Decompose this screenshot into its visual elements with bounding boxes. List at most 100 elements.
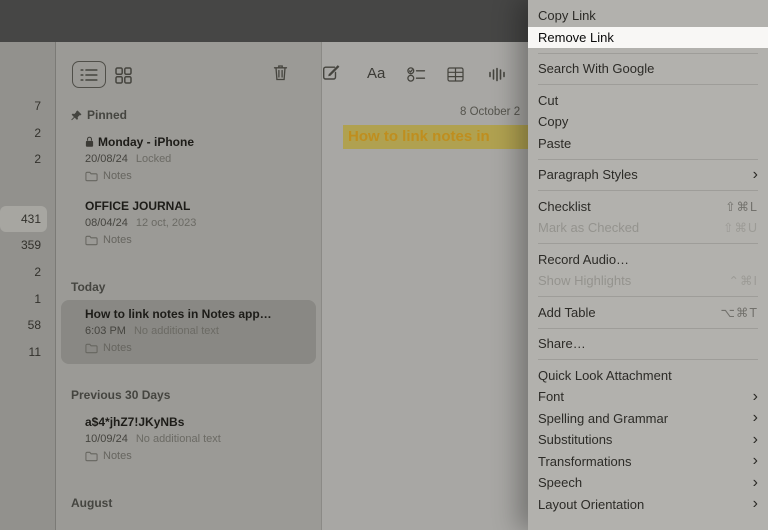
format-text[interactable]: Aa [367, 65, 385, 82]
compose-icon[interactable] [322, 64, 340, 81]
note-item-folder: Notes [85, 170, 306, 183]
menu-item-substitutions[interactable]: Substitutions › [528, 429, 768, 451]
menu-item-shortcut: ⌥⌘T [720, 305, 758, 320]
submenu-chevron-icon: › [752, 495, 758, 513]
menu-item-label: Mark as Checked [538, 220, 640, 236]
list-view-icon[interactable] [72, 61, 106, 88]
folder-icon [85, 343, 98, 354]
folder-icon [85, 235, 98, 246]
trash-icon[interactable] [273, 64, 288, 81]
table-icon[interactable] [447, 67, 464, 82]
menu-item-label: Copy [538, 114, 569, 130]
menu-item-label: Transformations [538, 453, 632, 469]
menu-item-cut[interactable]: Cut [528, 90, 768, 112]
menu-item-label: Quick Look Attachment [538, 367, 672, 383]
menu-item-label: Share… [538, 336, 586, 352]
folder-note-count[interactable]: 431 [0, 205, 47, 233]
note-list-item[interactable]: How to link notes in Notes app… 6:03 PM No… [61, 300, 316, 364]
menu-item-label: Substitutions [538, 432, 613, 448]
menu-item-speech[interactable]: Speech › [528, 472, 768, 494]
lock-icon [85, 136, 94, 148]
menu-item-label: Add Table [538, 304, 596, 320]
menu-item-paste[interactable]: Paste [528, 133, 768, 155]
menu-item-add-table[interactable]: Add Table ⌥⌘T [528, 302, 768, 324]
folder-icon [85, 451, 98, 462]
highlighted-note-title: How to link notes in [343, 125, 532, 149]
menu-item-label: Remove Link [538, 29, 614, 45]
note-list-item[interactable]: a$4*jhZ7!JKyNBs 10/09/24 No additional tex… [61, 408, 316, 472]
menu-separator [538, 243, 758, 244]
menu-separator [538, 327, 758, 329]
menu-item-shortcut: ⇧⌘L [725, 199, 758, 214]
menu-item-copy-link[interactable]: Copy Link [528, 5, 768, 27]
note-item-folder: Notes [85, 342, 306, 355]
checklist-icon[interactable] [407, 67, 426, 82]
folder-note-count[interactable]: 2 [0, 146, 47, 173]
note-item-meta: 08/04/24 12 oct, 2023 [85, 217, 197, 229]
menu-item-record-audio[interactable]: Record Audio… [528, 249, 768, 271]
menu-separator [538, 359, 758, 360]
gallery-view-icon[interactable] [115, 67, 132, 84]
audio-icon[interactable] [488, 67, 505, 82]
menu-item-spelling-and-grammar[interactable]: Spelling and Grammar › [528, 408, 768, 430]
folder-note-count[interactable]: 2 [0, 259, 47, 286]
menu-item-label: Copy Link [538, 8, 596, 24]
menu-item-label: Cut [538, 92, 559, 108]
folder-note-count[interactable]: 58 [0, 312, 47, 339]
menu-item-show-highlights: Show Highlights ⌃⌘I [528, 270, 768, 292]
section-header-label: Pinned [87, 108, 128, 122]
submenu-chevron-icon: › [752, 409, 758, 427]
folder-note-count[interactable]: 1 [0, 286, 47, 313]
section-header-today: Today [71, 280, 321, 294]
menu-item-layout-orientation[interactable]: Layout Orientation › [528, 494, 768, 516]
note-title-heading: How to link notes in [343, 125, 532, 149]
note-item-title: OFFICE JOURNAL [85, 199, 191, 213]
menu-separator [538, 296, 758, 297]
menu-item-label: Paragraph Styles [538, 167, 638, 183]
note-item-meta: 20/08/24 Locked [85, 153, 172, 165]
menu-item-quick-look-attachment[interactable]: Quick Look Attachment [528, 365, 768, 387]
note-item-folder: Notes [85, 234, 306, 247]
note-list-item[interactable]: Monday - iPhone 20/08/24 Locked Notes [61, 128, 316, 192]
folder-note-count[interactable]: 2 [0, 120, 47, 147]
section-header-pinned: Pinned [71, 108, 321, 122]
menu-separator [538, 84, 758, 85]
menu-item-copy[interactable]: Copy [528, 111, 768, 133]
note-item-folder: Notes [85, 450, 306, 463]
menu-item-transformations[interactable]: Transformations › [528, 451, 768, 473]
context-menu: Copy Link Remove Link Search With Google Cu… [528, 0, 768, 530]
menu-separator [538, 52, 758, 54]
menu-item-label: Font [538, 389, 565, 405]
menu-item-shortcut: ⇧⌘U [722, 221, 758, 236]
menu-item-mark-as-checked: Mark as Checked ⇧⌘U [528, 217, 768, 239]
folder-note-count[interactable]: 359 [0, 232, 47, 259]
menu-item-remove-link[interactable]: Remove Link [528, 26, 768, 48]
menu-item-search-with-google[interactable]: Search With Google [528, 58, 768, 80]
menu-item-checklist[interactable]: Checklist ⇧⌘L [528, 196, 768, 218]
menu-item-label: Speech [538, 475, 583, 491]
folder-icon [85, 171, 98, 182]
note-item-meta: 6:03 PM No additional text [85, 325, 219, 337]
folder-note-count[interactable]: 11 [0, 339, 47, 366]
note-item-title: a$4*jhZ7!JKyNBs [85, 415, 185, 429]
menu-item-font[interactable]: Font › [528, 386, 768, 408]
submenu-chevron-icon: › [752, 430, 758, 448]
menu-item-shortcut: ⌃⌘I [728, 274, 758, 289]
submenu-chevron-icon: › [752, 387, 758, 405]
section-header-label: August [71, 496, 113, 510]
note-list-item[interactable]: OFFICE JOURNAL 08/04/24 12 oct, 2023 Notes [61, 192, 316, 256]
menu-item-label: Layout Orientation [538, 496, 645, 512]
menu-item-label: Record Audio… [538, 251, 630, 267]
note-item-title: Monday - iPhone [85, 135, 306, 149]
submenu-chevron-icon: › [752, 473, 758, 491]
section-header-label: Previous 30 Days [71, 388, 171, 402]
menu-item-label: Search With Google [538, 61, 655, 77]
menu-item-share[interactable]: Share… [528, 333, 768, 355]
section-header-label: Today [71, 280, 106, 294]
folders-count-column: 7 2 2 431 359 2 1 58 11 [0, 42, 55, 530]
menu-item-paragraph-styles[interactable]: Paragraph Styles › [528, 164, 768, 186]
menu-item-label: Paste [538, 135, 572, 151]
folder-note-count[interactable]: 7 [0, 93, 47, 120]
section-header-previous-30-days: Previous 30 Days [71, 388, 321, 402]
submenu-chevron-icon: › [752, 165, 758, 183]
